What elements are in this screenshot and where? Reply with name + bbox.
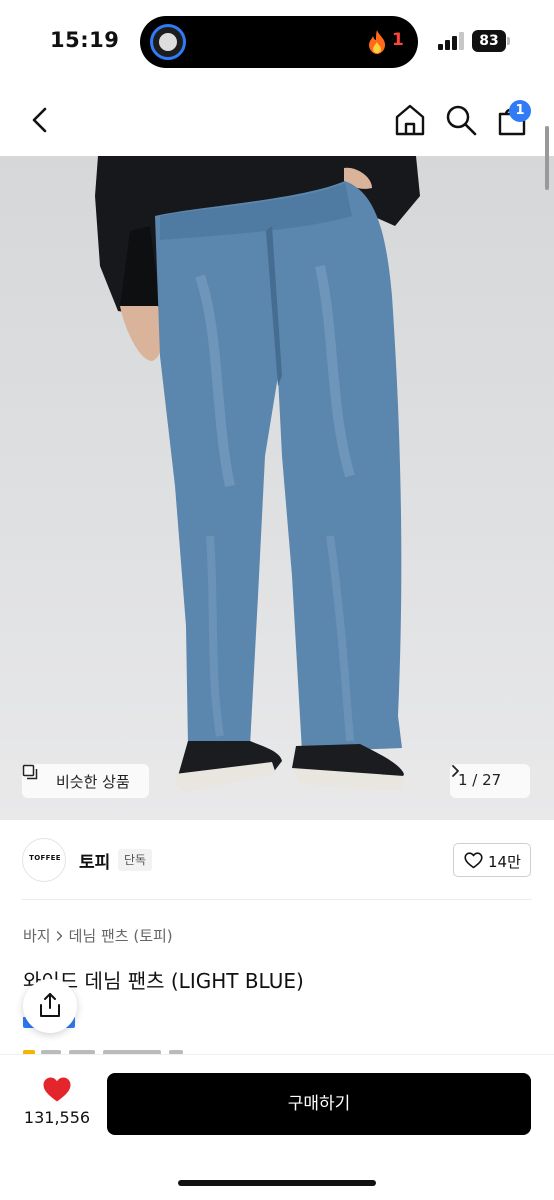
- brand-like-count: 14만: [488, 853, 521, 871]
- top-nav-bar: [0, 86, 554, 156]
- live-activity-avatar: [150, 24, 186, 60]
- cellular-signal-icon: [438, 32, 464, 50]
- wishlist-count: 131,556: [23, 1108, 91, 1127]
- share-button[interactable]: [23, 979, 77, 1033]
- section-divider: [22, 899, 532, 900]
- activity-count: 1: [392, 30, 404, 50]
- status-time: 15:19: [50, 28, 120, 52]
- brand-like-button[interactable]: 14만: [453, 843, 531, 877]
- similar-products-button[interactable]: 비슷한 상품: [22, 764, 149, 798]
- chevron-right-icon: [56, 931, 62, 941]
- dynamic-island[interactable]: 1: [140, 16, 418, 68]
- chevron-left-icon[interactable]: [24, 102, 56, 138]
- flame-icon: [369, 30, 385, 54]
- share-icon: [40, 993, 60, 1017]
- heart-filled-icon[interactable]: [42, 1076, 72, 1103]
- exclusive-badge: 단독: [118, 849, 153, 871]
- gallery-page-count: 1 / 27: [458, 771, 502, 789]
- similar-products-label: 비슷한 상품: [56, 773, 130, 791]
- brand-logo-text: TOFFEE: [29, 854, 61, 862]
- chevron-right-icon: [452, 765, 459, 777]
- brand-name[interactable]: 토피: [79, 848, 110, 873]
- breadcrumb: 바지 데님 팬츠 (토피): [23, 925, 173, 946]
- battery-tip: [507, 37, 510, 45]
- gallery-page-indicator[interactable]: 1 / 27: [450, 764, 530, 798]
- status-bar: 15:19 1 83: [0, 0, 554, 86]
- breadcrumb-item-pants[interactable]: 바지: [23, 927, 51, 945]
- breadcrumb-item-denim[interactable]: 데님 팬츠 (토피): [69, 927, 173, 945]
- scrollbar[interactable]: [545, 126, 549, 190]
- home-indicator[interactable]: [178, 1180, 376, 1186]
- heart-outline-icon: [464, 852, 483, 869]
- brand-logo[interactable]: TOFFEE: [22, 838, 66, 882]
- search-icon[interactable]: [443, 102, 479, 138]
- cart-count-badge: 1: [509, 100, 531, 122]
- battery-icon: 83: [472, 30, 506, 52]
- similar-items-icon: [22, 764, 38, 780]
- product-photo: [95, 156, 420, 792]
- buy-button[interactable]: 구매하기: [107, 1073, 531, 1135]
- product-image-gallery[interactable]: 비슷한 상품 1 / 27: [0, 156, 554, 820]
- home-icon[interactable]: [392, 102, 428, 138]
